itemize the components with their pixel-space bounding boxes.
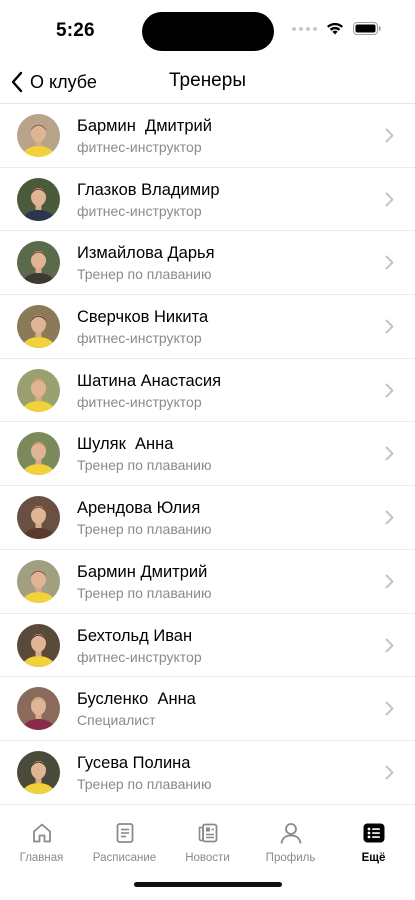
tab-schedule[interactable]: Расписание [83, 819, 166, 869]
trainer-avatar [17, 559, 60, 603]
tab-home[interactable]: Главная [0, 819, 83, 869]
tab-news[interactable]: Новости [166, 819, 249, 869]
trainer-role: Тренер по плаванию [77, 266, 212, 283]
trainer-avatar [17, 368, 60, 412]
trainer-role: Специалист [77, 712, 156, 729]
cellular-signal-icon [292, 26, 317, 31]
chevron-right-icon [385, 128, 394, 143]
trainer-row[interactable]: Бармин Дмитрий фитнес-инструктор [0, 104, 415, 168]
trainer-name: Гусева Полина [77, 753, 191, 772]
trainer-row[interactable]: Сверчков Никита фитнес-инструктор [0, 295, 415, 359]
trainer-row[interactable]: Арендова Юлия Тренер по плаванию [0, 486, 415, 550]
schedule-icon [83, 819, 166, 847]
chevron-right-icon [385, 765, 394, 780]
chevron-right-icon [385, 383, 394, 398]
dynamic-island [142, 12, 274, 51]
trainer-avatar [17, 432, 60, 476]
chevron-right-icon [385, 638, 394, 652]
trainer-name: Арендова Юлия [77, 499, 201, 518]
trainer-role: фитнес-инструктор [77, 202, 202, 219]
trainer-name: Шатина Анастасия [77, 371, 222, 390]
tab-label: Ещё [361, 852, 386, 864]
news-icon [166, 819, 249, 847]
status-bar: 5:26 [0, 0, 415, 60]
trainer-row[interactable]: Бусленко Анна Специалист [0, 677, 415, 741]
trainer-name: Глазков Владимир [77, 180, 220, 199]
tab-label: Главная [19, 852, 64, 864]
wifi-icon [327, 22, 343, 35]
chevron-right-icon [385, 510, 394, 525]
trainer-name: Сверчков Никита [77, 308, 209, 327]
tab-label: Новости [185, 852, 230, 864]
chevron-right-icon [385, 192, 394, 207]
tab-profile[interactable]: Профиль [249, 819, 332, 869]
trainer-role: фитнес-инструктор [77, 330, 202, 347]
trainer-avatar [17, 750, 60, 794]
home-icon [0, 819, 83, 847]
trainer-row[interactable]: Шатина Анастасия фитнес-инструктор [0, 359, 415, 423]
more-list-icon [332, 819, 415, 847]
trainer-role: Тренер по плаванию [77, 775, 212, 792]
trainer-role: фитнес-инструктор [77, 139, 202, 155]
trainer-role: Тренер по плаванию [77, 584, 212, 601]
trainer-row[interactable]: Гусева Полина Тренер по плаванию [0, 741, 415, 804]
trainer-row[interactable]: Шуляк Анна Тренер по плаванию [0, 422, 415, 487]
trainer-list: Бармин Дмитрий фитнес-инструктор Глазков В… [0, 104, 415, 804]
tab-more-list[interactable]: Ещё [332, 819, 415, 869]
trainer-name: Бусленко Анна [77, 690, 196, 709]
battery-icon [353, 22, 381, 35]
trainer-name: Бармин Дмитрий [77, 562, 208, 581]
profile-icon [249, 819, 332, 847]
trainer-role: Тренер по плаванию [77, 457, 212, 474]
trainer-name: Бехтольд Иван [77, 626, 193, 645]
trainer-row[interactable]: Бармин Дмитрий Тренер по плаванию [0, 550, 415, 614]
navigation-bar: О клубе Тренеры [0, 60, 415, 104]
chevron-right-icon [385, 446, 394, 461]
trainer-row[interactable]: Глазков Владимир фитнес-инструктор [0, 168, 415, 232]
trainer-avatar [17, 687, 60, 731]
tab-label: Профиль [265, 852, 316, 864]
trainer-name: Измайлова Дарья [77, 244, 215, 263]
trainer-role: фитнес-инструктор [77, 393, 202, 410]
tab-label: Расписание [92, 852, 157, 864]
home-indicator [134, 882, 282, 887]
trainer-avatar [17, 241, 60, 285]
trainer-row[interactable]: Измайлова Дарья Тренер по плаванию [0, 231, 415, 296]
trainer-avatar [17, 114, 60, 157]
chevron-right-icon [385, 255, 394, 270]
status-time: 5:26 [56, 20, 95, 41]
trainer-name: Бармин Дмитрий [77, 117, 212, 135]
trainer-avatar [17, 177, 60, 221]
trainer-avatar [17, 305, 60, 349]
page-title: Тренеры [169, 70, 246, 91]
trainer-role: фитнес-инструктор [77, 648, 202, 665]
trainer-name: Шуляк Анна [77, 435, 174, 454]
trainer-avatar [17, 623, 60, 667]
chevron-right-icon [385, 319, 394, 334]
chevron-right-icon [385, 574, 394, 589]
chevron-right-icon [385, 701, 394, 716]
trainer-row[interactable]: Бехтольд Иван фитнес-инструктор [0, 614, 415, 678]
trainer-avatar [17, 496, 60, 540]
trainer-role: Тренер по плаванию [77, 521, 212, 538]
status-icons [292, 22, 381, 35]
